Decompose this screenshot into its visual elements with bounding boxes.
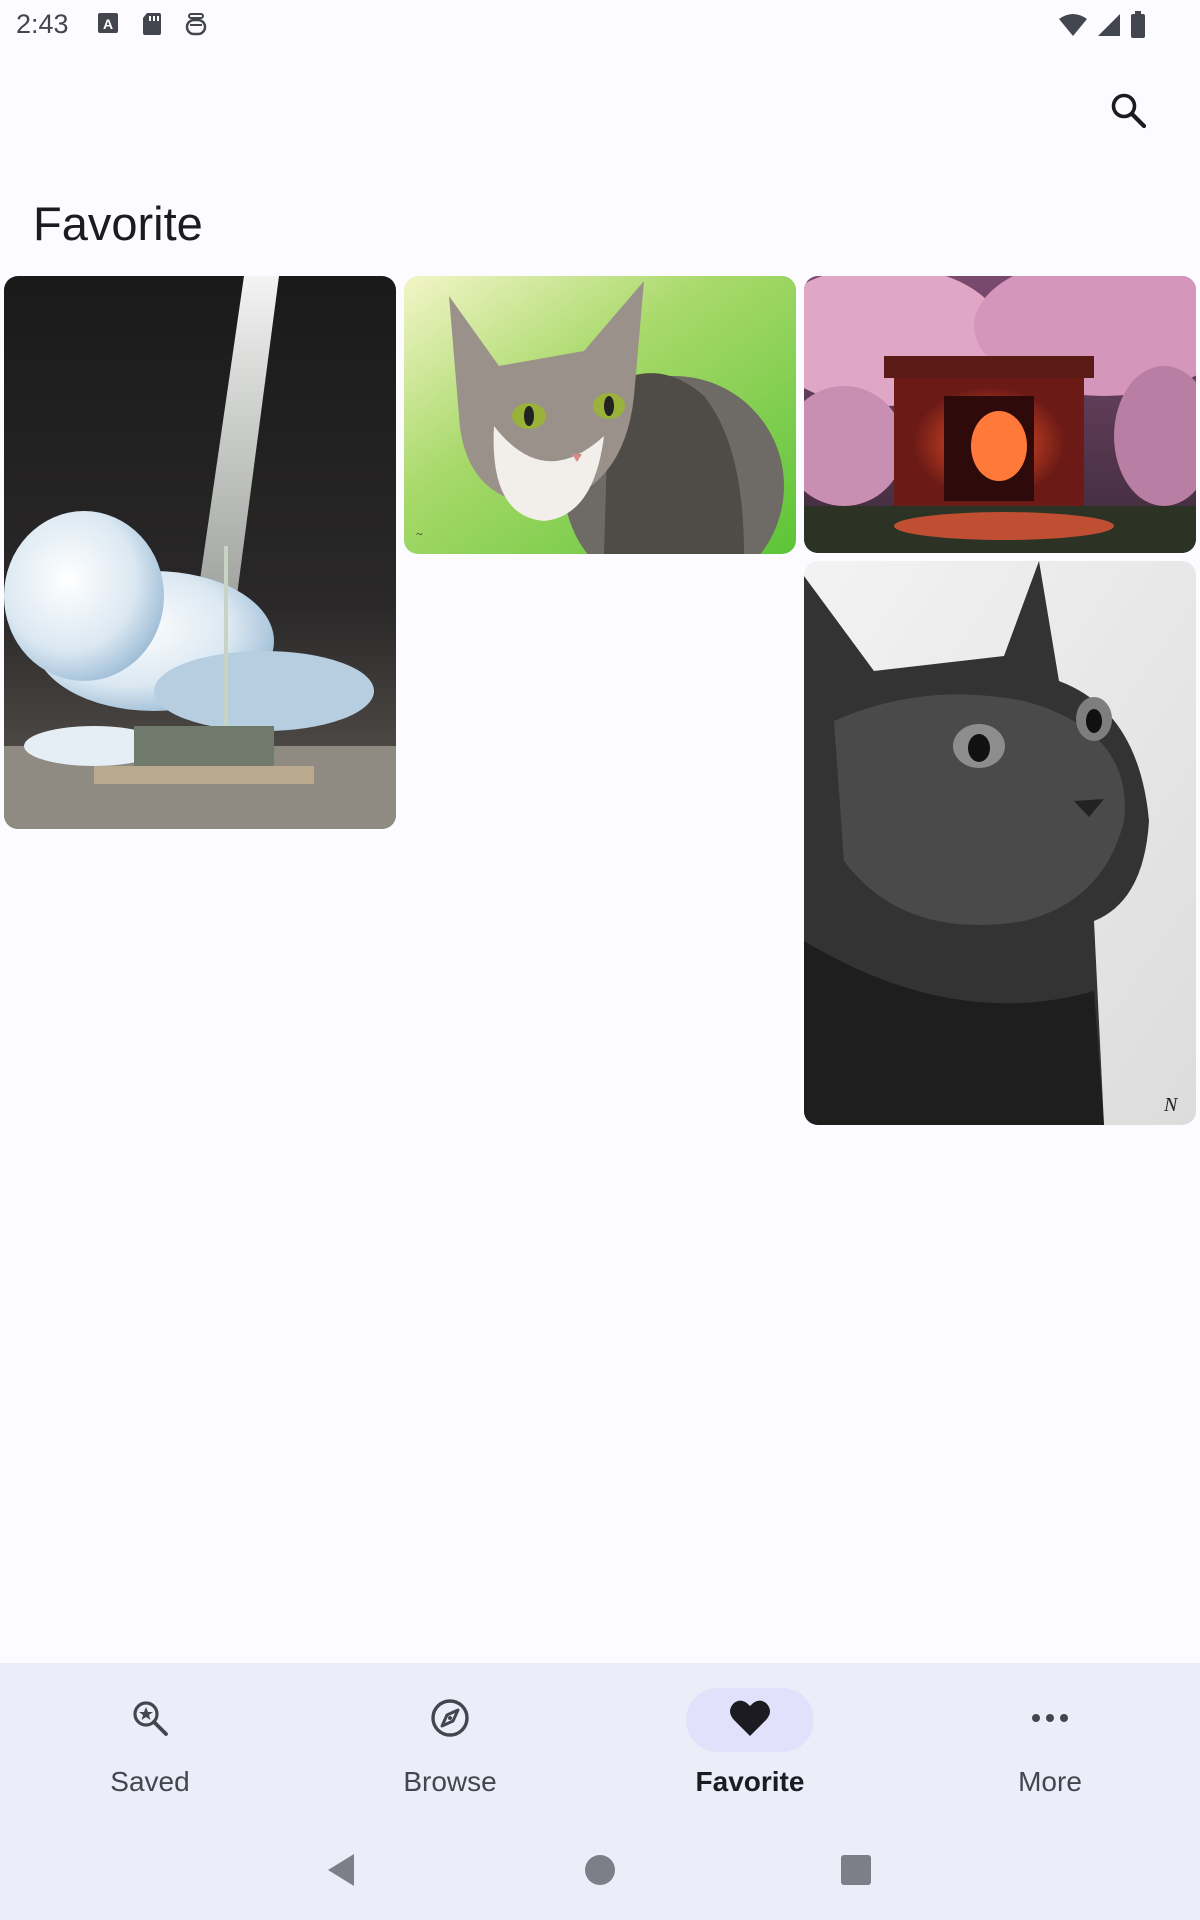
gallery-item-shrine-blossoms[interactable] — [804, 276, 1196, 553]
bottom-navigation: Saved Browse Favorite More — [0, 1663, 1200, 1920]
nav-label-more: More — [1018, 1766, 1082, 1797]
nav-label-favorite: Favorite — [695, 1766, 805, 1797]
heart-icon — [728, 1698, 772, 1743]
signal-icon — [1096, 12, 1122, 43]
recents-icon — [840, 1854, 872, 1891]
back-icon — [326, 1852, 358, 1893]
search-icon — [1108, 90, 1148, 135]
nav-item-saved[interactable]: Saved — [0, 1663, 300, 1813]
more-horiz-icon — [1030, 1711, 1070, 1729]
gallery-item-tabby-cat[interactable]: ~ — [404, 276, 796, 554]
sd-card-icon — [140, 11, 164, 42]
home-button[interactable] — [570, 1842, 630, 1902]
nav-item-browse[interactable]: Browse — [300, 1663, 600, 1813]
page-title: Favorite — [33, 197, 203, 250]
nav-item-more[interactable]: More — [900, 1663, 1200, 1813]
saved-search-icon — [130, 1698, 170, 1743]
gallery-item-white-lion[interactable] — [4, 276, 396, 829]
svg-text:N: N — [1163, 1094, 1179, 1116]
active-indicator — [686, 1688, 814, 1752]
wifi-icon — [1058, 12, 1088, 43]
status-bar: 2:43 A — [0, 0, 1200, 50]
compass-icon — [429, 1697, 471, 1744]
nav-label-saved: Saved — [110, 1766, 190, 1797]
svg-text:A: A — [103, 16, 113, 32]
svg-text:~: ~ — [416, 527, 423, 541]
home-icon — [584, 1854, 616, 1891]
back-button[interactable] — [312, 1842, 372, 1902]
search-button[interactable] — [1098, 82, 1158, 142]
recents-button[interactable] — [826, 1842, 886, 1902]
vpn-icon — [184, 11, 208, 42]
status-time: 2:43 — [16, 9, 69, 39]
nav-item-favorite[interactable]: Favorite — [600, 1663, 900, 1813]
nav-label-browse: Browse — [403, 1766, 497, 1797]
gallery-item-black-cat[interactable]: N — [804, 561, 1196, 1125]
system-navigation-bar — [0, 1832, 1200, 1920]
a-icon: A — [96, 11, 120, 42]
battery-icon — [1130, 11, 1146, 44]
